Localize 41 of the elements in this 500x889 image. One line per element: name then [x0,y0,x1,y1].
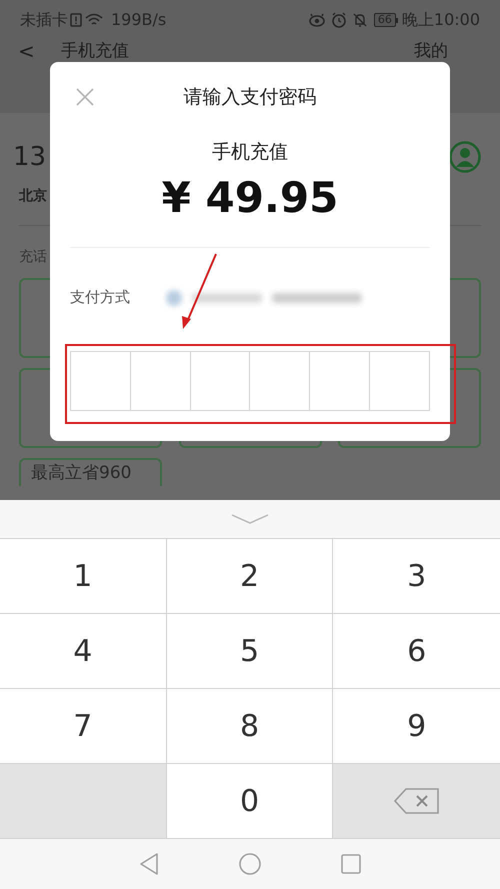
digit-key[interactable]: 9 [333,689,500,764]
wifi-icon [85,13,103,27]
payment-method-label: 支付方式 [70,287,130,308]
phone-number: 13 [13,141,46,174]
password-cell[interactable] [249,350,310,410]
collapse-chevron-icon[interactable] [231,513,269,525]
bell-off-icon [352,12,368,28]
recents-nav-icon[interactable] [341,854,361,874]
digit-key[interactable]: 2 [166,539,334,614]
digit-key[interactable]: 4 [0,614,167,689]
dialog-title: 请输入支付密码 [184,84,316,110]
close-icon[interactable] [76,88,94,106]
backspace-key[interactable] [333,764,500,839]
payment-amount: ¥ 49.95 [162,172,338,224]
home-nav-icon[interactable] [239,853,261,875]
digit-key[interactable]: 7 [0,689,167,764]
password-cell[interactable] [70,350,131,410]
password-cell[interactable] [130,350,191,410]
network-speed: 199B/s [111,9,166,31]
back-nav-icon[interactable] [139,853,159,875]
clock-time: 晚上10:00 [402,9,480,31]
carrier-text: 未插卡 [20,9,68,31]
page-title: 手机充值 [60,41,129,61]
backspace-icon [394,788,440,814]
password-cell[interactable] [190,350,250,410]
digit-key[interactable]: 8 [166,689,334,764]
eye-icon [308,13,326,27]
sim-alert-icon [70,13,82,27]
region-text: 北京 [19,188,47,204]
avatar-icon[interactable] [449,141,481,173]
product-name: 手机充值 [212,140,288,165]
digit-key[interactable]: 1 [0,539,167,614]
password-cell[interactable] [309,350,370,410]
digit-key[interactable]: 0 [166,764,334,839]
section-label: 充话 [19,249,47,265]
alarm-icon [330,12,347,28]
option-label: 最高立省960 [31,463,132,483]
password-cell[interactable] [369,350,430,410]
digit-key[interactable]: 5 [166,614,334,689]
digit-key[interactable]: 3 [333,539,500,614]
digit-key[interactable]: 6 [333,614,500,689]
